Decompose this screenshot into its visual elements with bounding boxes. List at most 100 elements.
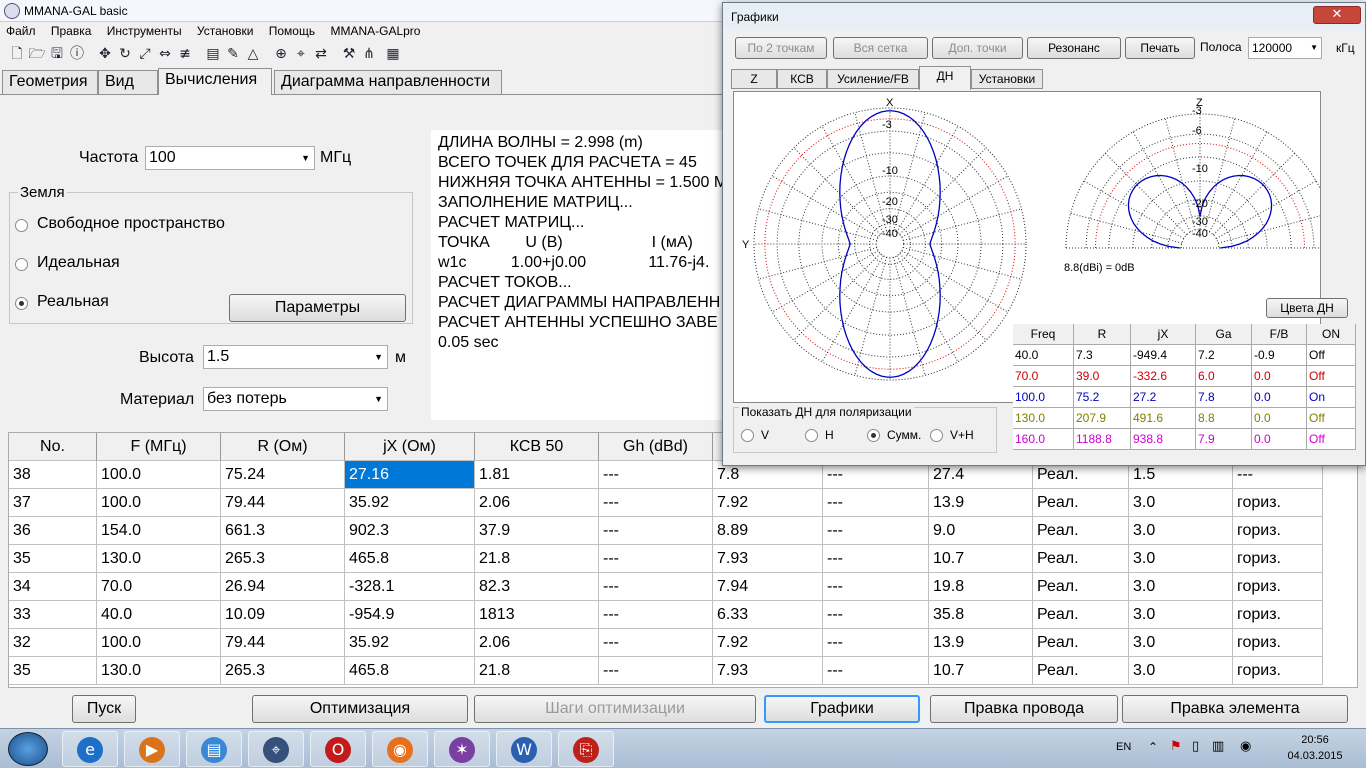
menu-tools[interactable]: Инструменты bbox=[101, 22, 188, 40]
radio-polarization-v[interactable] bbox=[741, 429, 754, 442]
freq-table-row[interactable]: 100.0 75.2 27.2 7.8 0.0 On bbox=[1013, 387, 1356, 408]
table-cell[interactable]: 661.3 bbox=[221, 517, 345, 545]
table-row[interactable]: 33 40.0 10.09 -954.9 1813 --- 6.33 --- 35.8 Реал.… bbox=[9, 601, 1357, 629]
full-grid-button[interactable]: Вся сетка bbox=[833, 37, 928, 59]
table-cell[interactable]: гориз. bbox=[1233, 657, 1323, 685]
volume-icon[interactable]: ◉ bbox=[1240, 739, 1251, 754]
freq-table-row[interactable]: 130.0 207.9 491.6 8.8 0.0 Off bbox=[1013, 408, 1356, 429]
chevron-up-icon[interactable]: ⌃ bbox=[1148, 740, 1158, 754]
table-cell[interactable]: 265.3 bbox=[221, 545, 345, 573]
start-button[interactable] bbox=[8, 732, 48, 766]
freq-cell[interactable]: 207.9 bbox=[1074, 408, 1131, 429]
table-cell[interactable]: 6.33 bbox=[713, 601, 823, 629]
freq-table-row[interactable]: 160.0 1188.8 938.8 7.9 0.0 Off bbox=[1013, 429, 1356, 450]
tools-icon[interactable]: ⚒ bbox=[340, 45, 358, 63]
language-indicator[interactable]: EN bbox=[1116, 741, 1131, 753]
freq-cell[interactable]: 8.8 bbox=[1196, 408, 1252, 429]
menu-file[interactable]: Файл bbox=[0, 22, 42, 40]
table-cell[interactable]: --- bbox=[599, 489, 713, 517]
table-cell[interactable]: 38 bbox=[9, 461, 97, 489]
freq-cell[interactable]: 7.3 bbox=[1074, 345, 1131, 366]
save-icon[interactable]: 🖫 bbox=[48, 45, 66, 63]
table-cell[interactable]: 27.16 bbox=[345, 461, 475, 489]
pattern-colors-button[interactable]: Цвета ДН bbox=[1266, 298, 1348, 318]
table-cell[interactable]: 2.06 bbox=[475, 489, 599, 517]
material-combo[interactable]: без потерь ▼ bbox=[203, 387, 388, 411]
table-cell[interactable]: 79.44 bbox=[221, 629, 345, 657]
optimization-button[interactable]: Оптимизация bbox=[252, 695, 468, 723]
freq-cell[interactable]: -0.9 bbox=[1252, 345, 1307, 366]
ie-icon[interactable]: e bbox=[62, 731, 118, 767]
document-icon[interactable]: ▤ bbox=[204, 45, 222, 63]
table-cell[interactable]: 7.93 bbox=[713, 657, 823, 685]
wires-icon[interactable]: ≢ bbox=[176, 45, 194, 63]
table-cell[interactable]: 33 bbox=[9, 601, 97, 629]
network-icon[interactable]: ▥ bbox=[1212, 739, 1224, 754]
table-cell[interactable]: 2.06 bbox=[475, 629, 599, 657]
menu-edit[interactable]: Правка bbox=[45, 22, 98, 40]
table-cell[interactable]: --- bbox=[599, 629, 713, 657]
table-cell[interactable]: 13.9 bbox=[929, 629, 1033, 657]
freq-cell[interactable]: On bbox=[1307, 387, 1356, 408]
table-cell[interactable]: --- bbox=[599, 657, 713, 685]
table-cell[interactable]: 100.0 bbox=[97, 629, 221, 657]
word-icon[interactable]: W bbox=[496, 731, 552, 767]
tab-geometry[interactable]: Геометрия bbox=[2, 70, 98, 94]
clock-time[interactable]: 20:56 bbox=[1286, 734, 1344, 746]
table-cell[interactable]: 100.0 bbox=[97, 461, 221, 489]
table-cell[interactable]: 10.7 bbox=[929, 545, 1033, 573]
pdf-icon[interactable]: ⎘ bbox=[558, 731, 614, 767]
freq-cell[interactable]: 100.0 bbox=[1013, 387, 1074, 408]
flag-icon[interactable]: ⚑ bbox=[1170, 739, 1182, 754]
table-cell[interactable]: 3.0 bbox=[1129, 573, 1233, 601]
battery-icon[interactable]: ▯ bbox=[1192, 739, 1199, 754]
rotate-icon[interactable]: ↻ bbox=[116, 45, 134, 63]
radio-real[interactable] bbox=[15, 297, 28, 310]
table-cell[interactable]: 154.0 bbox=[97, 517, 221, 545]
folder-icon[interactable]: ▤ bbox=[186, 731, 242, 767]
table-cell[interactable]: 10.09 bbox=[221, 601, 345, 629]
table-cell[interactable]: 902.3 bbox=[345, 517, 475, 545]
freq-cell[interactable]: 491.6 bbox=[1131, 408, 1196, 429]
freq-cell[interactable]: 130.0 bbox=[1013, 408, 1074, 429]
menu-help[interactable]: Помощь bbox=[263, 22, 321, 40]
table-cell[interactable]: -954.9 bbox=[345, 601, 475, 629]
triangle-icon[interactable]: △ bbox=[244, 45, 262, 63]
table-cell[interactable]: -328.1 bbox=[345, 573, 475, 601]
table-cell[interactable]: гориз. bbox=[1233, 545, 1323, 573]
table-cell[interactable]: 10.7 bbox=[929, 657, 1033, 685]
table-cell[interactable]: 3.0 bbox=[1129, 489, 1233, 517]
table-cell[interactable]: 100.0 bbox=[97, 489, 221, 517]
firefox-icon[interactable]: ◉ bbox=[372, 731, 428, 767]
table-cell[interactable]: 8.89 bbox=[713, 517, 823, 545]
table-cell[interactable]: 37 bbox=[9, 489, 97, 517]
target-icon[interactable]: ⊕ bbox=[272, 45, 290, 63]
table-cell[interactable]: гориз. bbox=[1233, 629, 1323, 657]
info-icon[interactable]: ⓘ bbox=[68, 45, 86, 63]
table-row[interactable]: 35 130.0 265.3 465.8 21.8 --- 7.93 --- 10.7 Реал.… bbox=[9, 657, 1357, 685]
table-row[interactable]: 36 154.0 661.3 902.3 37.9 --- 8.89 --- 9.0 Реал. 3… bbox=[9, 517, 1357, 545]
table-cell[interactable]: Реал. bbox=[1033, 629, 1129, 657]
extra-points-button[interactable]: Доп. точки bbox=[932, 37, 1023, 59]
menu-settings[interactable]: Установки bbox=[191, 22, 259, 40]
table-cell[interactable]: 37.9 bbox=[475, 517, 599, 545]
radio-free-space[interactable] bbox=[15, 219, 28, 232]
table-cell[interactable]: --- bbox=[823, 629, 929, 657]
tab-gain-fb[interactable]: Усиление/FB bbox=[827, 69, 919, 89]
freq-cell[interactable]: 27.2 bbox=[1131, 387, 1196, 408]
table-cell[interactable]: гориз. bbox=[1233, 573, 1323, 601]
table-cell[interactable]: 3.0 bbox=[1129, 545, 1233, 573]
print-button[interactable]: Печать bbox=[1125, 37, 1195, 59]
table-cell[interactable]: 3.0 bbox=[1129, 657, 1233, 685]
table-cell[interactable]: --- bbox=[599, 573, 713, 601]
radio-polarization-h[interactable] bbox=[805, 429, 818, 442]
table-cell[interactable]: 7.94 bbox=[713, 573, 823, 601]
table-cell[interactable]: --- bbox=[823, 517, 929, 545]
table-row[interactable]: 34 70.0 26.94 -328.1 82.3 --- 7.94 --- 19.8 Реал.… bbox=[9, 573, 1357, 601]
table-cell[interactable]: 40.0 bbox=[97, 601, 221, 629]
table-cell[interactable]: 35 bbox=[9, 545, 97, 573]
table-cell[interactable]: 36 bbox=[9, 517, 97, 545]
opera-icon[interactable]: O bbox=[310, 731, 366, 767]
freq-cell[interactable]: 0.0 bbox=[1252, 429, 1307, 450]
tab-view[interactable]: Вид bbox=[98, 70, 158, 94]
